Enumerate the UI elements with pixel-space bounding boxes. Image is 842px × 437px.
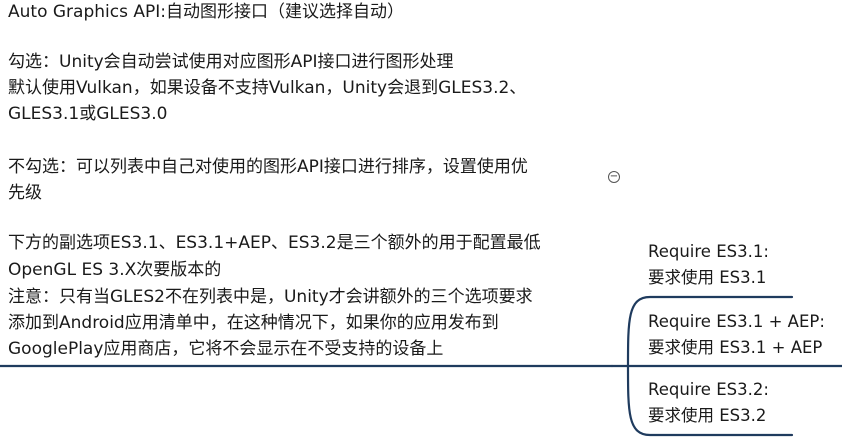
branch-label-en: Require ES3.1 + AEP: bbox=[648, 312, 825, 331]
branch-label-en: Require ES3.1: bbox=[648, 242, 769, 261]
branch-label-cn: 要求使用 ES3.2 bbox=[648, 406, 767, 425]
mindmap-connector-lines bbox=[0, 295, 842, 437]
branch-label-cn: 要求使用 ES3.1 bbox=[648, 268, 767, 287]
branch-label-cn: 要求使用 ES3.1 + AEP bbox=[648, 338, 823, 357]
branch-label-en: Require ES3.2: bbox=[648, 380, 769, 399]
